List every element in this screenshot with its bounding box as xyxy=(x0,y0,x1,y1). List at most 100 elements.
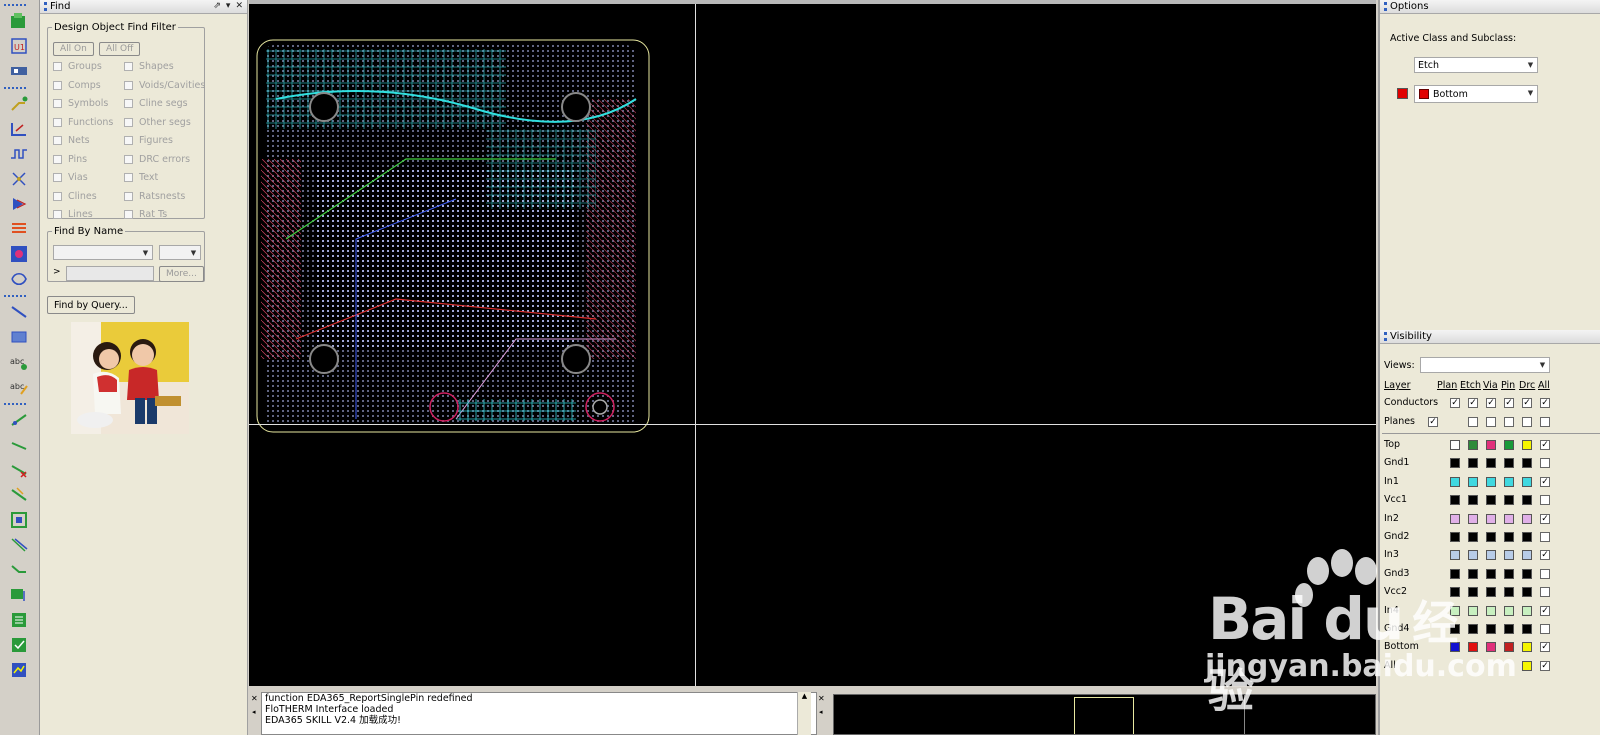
layer-color-swatch[interactable] xyxy=(1486,495,1496,506)
layer-color-swatch[interactable] xyxy=(1486,605,1496,616)
layer-color-swatch[interactable] xyxy=(1504,642,1514,653)
layer-color-swatch[interactable] xyxy=(1522,513,1532,524)
check-icon[interactable] xyxy=(6,633,32,657)
visibility-panel-title-bar[interactable]: Visibility xyxy=(1380,330,1600,344)
layer-color-swatch[interactable] xyxy=(1450,642,1460,653)
layer-color-swatch[interactable] xyxy=(1522,624,1532,634)
layer-color-swatch[interactable] xyxy=(1468,568,1478,579)
layer-all-checkbox[interactable] xyxy=(1540,532,1550,542)
filter-checkbox[interactable] xyxy=(53,80,62,90)
layer-color-swatch[interactable] xyxy=(1522,458,1532,469)
layer-color-swatch[interactable] xyxy=(1486,568,1496,579)
pin-panel-icon[interactable]: ⇗ xyxy=(213,1,221,11)
layer-color-swatch[interactable] xyxy=(1450,624,1460,634)
close-panel-icon[interactable]: ✕ xyxy=(235,1,243,11)
layer-color-swatch[interactable] xyxy=(1522,476,1532,487)
layer-color-swatch[interactable] xyxy=(1468,642,1478,653)
layer-color-swatch[interactable] xyxy=(1486,587,1496,598)
panel-grip-icon[interactable] xyxy=(1384,332,1387,341)
visibility-col-drc[interactable]: Drc xyxy=(1519,380,1535,391)
design-canvas[interactable] xyxy=(249,4,1376,686)
delay-tune-icon[interactable] xyxy=(6,142,32,166)
find-filter-filters_left-8[interactable]: Lines xyxy=(53,209,93,220)
filter-checkbox[interactable] xyxy=(124,99,133,108)
layer-color-swatch[interactable] xyxy=(1504,458,1514,469)
find-filter-filters_left-1[interactable]: Comps xyxy=(53,80,101,91)
device-icon[interactable] xyxy=(6,59,32,83)
find-filter-filters_left-2[interactable]: Symbols xyxy=(53,98,108,109)
glossing-icon[interactable] xyxy=(6,483,32,507)
views-combo[interactable]: ▼ xyxy=(1420,357,1550,373)
route-45-icon[interactable] xyxy=(6,558,32,582)
layer-color-swatch[interactable] xyxy=(1504,568,1514,579)
layer-color-swatch[interactable] xyxy=(1504,605,1514,616)
layer-color-swatch[interactable] xyxy=(1468,605,1478,616)
layer-color-swatch[interactable] xyxy=(1504,495,1514,506)
layer-color-swatch[interactable] xyxy=(1522,550,1532,561)
layer-color-swatch[interactable] xyxy=(1522,568,1532,579)
layer-color-swatch[interactable] xyxy=(1450,587,1460,598)
find-filter-filters_left-5[interactable]: Pins xyxy=(53,154,87,165)
panel-menu-icon[interactable]: ▾ xyxy=(226,1,231,11)
layer-color-swatch[interactable] xyxy=(1450,495,1460,506)
find-filter-filters_left-7[interactable]: Clines xyxy=(53,191,97,202)
layer-all-checkbox[interactable]: ✓ xyxy=(1540,476,1550,487)
visibility-group-checkbox[interactable]: ✓ xyxy=(1468,398,1478,408)
find-filter-filters_left-6[interactable]: Vias xyxy=(53,172,88,183)
layer-color-swatch[interactable] xyxy=(1504,550,1514,561)
find-filter-filters_left-3[interactable]: Functions xyxy=(53,117,113,128)
layer-all-checkbox[interactable]: ✓ xyxy=(1540,550,1550,561)
visibility-group-checkbox[interactable] xyxy=(1504,417,1514,427)
layer-color-swatch[interactable] xyxy=(1450,568,1460,579)
find-filter-filters_right-7[interactable]: Ratsnests xyxy=(124,191,185,202)
layer-color-swatch[interactable] xyxy=(1468,495,1478,506)
visibility-plan-checkbox[interactable]: ✓ xyxy=(1450,398,1460,408)
copy-route-icon[interactable] xyxy=(6,533,32,557)
layer-color-swatch[interactable] xyxy=(1504,513,1514,524)
shield-icon[interactable] xyxy=(6,192,32,216)
layer-color-swatch[interactable] xyxy=(1522,440,1532,450)
swap-pins-icon[interactable]: U1 xyxy=(6,34,32,58)
layer-color-swatch[interactable] xyxy=(1486,440,1496,450)
filter-checkbox[interactable] xyxy=(53,62,62,71)
find-object-type-combo[interactable]: ▼ xyxy=(53,245,153,260)
command-console[interactable]: function EDA365_ReportSinglePin redefine… xyxy=(261,692,817,735)
visibility-col-all[interactable]: All xyxy=(1538,380,1550,391)
visibility-group-checkbox[interactable]: ✓ xyxy=(1504,398,1514,408)
class-combo[interactable]: Etch ▼ xyxy=(1414,57,1538,73)
visibility-group-checkbox[interactable]: ✓ xyxy=(1486,398,1496,408)
toolbar-grip-2[interactable] xyxy=(4,87,26,90)
layer-color-swatch[interactable] xyxy=(1468,587,1478,598)
layer-color-swatch[interactable] xyxy=(1468,624,1478,634)
layer-all-checkbox[interactable]: ✓ xyxy=(1540,660,1550,671)
auto-route-icon[interactable] xyxy=(6,583,32,607)
filter-checkbox[interactable] xyxy=(124,80,133,90)
subclass-combo[interactable]: Bottom ▼ xyxy=(1414,85,1538,103)
find-by-query-button[interactable]: Find by Query... xyxy=(47,296,135,314)
layer-all-checkbox[interactable] xyxy=(1540,587,1550,598)
filter-checkbox[interactable] xyxy=(53,154,62,164)
find-filter-filters_left-4[interactable]: Nets xyxy=(53,135,90,146)
visibility-plan-checkbox[interactable]: ✓ xyxy=(1428,417,1438,427)
dimension-icon[interactable] xyxy=(6,408,32,432)
layer-color-swatch[interactable] xyxy=(1522,605,1532,616)
route-diagonal-icon[interactable] xyxy=(6,433,32,457)
layer-all-checkbox[interactable] xyxy=(1540,495,1550,506)
layer-all-checkbox[interactable] xyxy=(1540,458,1550,469)
layer-color-swatch[interactable] xyxy=(1468,458,1478,469)
toolbar-grip-4[interactable] xyxy=(4,403,26,406)
layer-color-swatch[interactable] xyxy=(1486,513,1496,524)
layer-all-checkbox[interactable]: ✓ xyxy=(1540,642,1550,653)
layer-color-swatch[interactable] xyxy=(1486,476,1496,487)
filter-checkbox[interactable] xyxy=(53,117,62,127)
all-on-button[interactable]: All On xyxy=(53,42,94,56)
slide-icon[interactable] xyxy=(6,117,32,141)
console-scrollbar[interactable]: ▲ xyxy=(797,692,811,735)
visibility-col-via[interactable]: Via xyxy=(1483,380,1498,391)
add-line-icon[interactable] xyxy=(6,300,32,324)
filter-checkbox[interactable] xyxy=(53,99,62,108)
filter-checkbox[interactable] xyxy=(53,210,62,219)
layer-color-swatch[interactable] xyxy=(1522,587,1532,598)
add-text-icon[interactable]: abc xyxy=(6,350,32,374)
subclass-color-swatch[interactable] xyxy=(1397,88,1408,99)
